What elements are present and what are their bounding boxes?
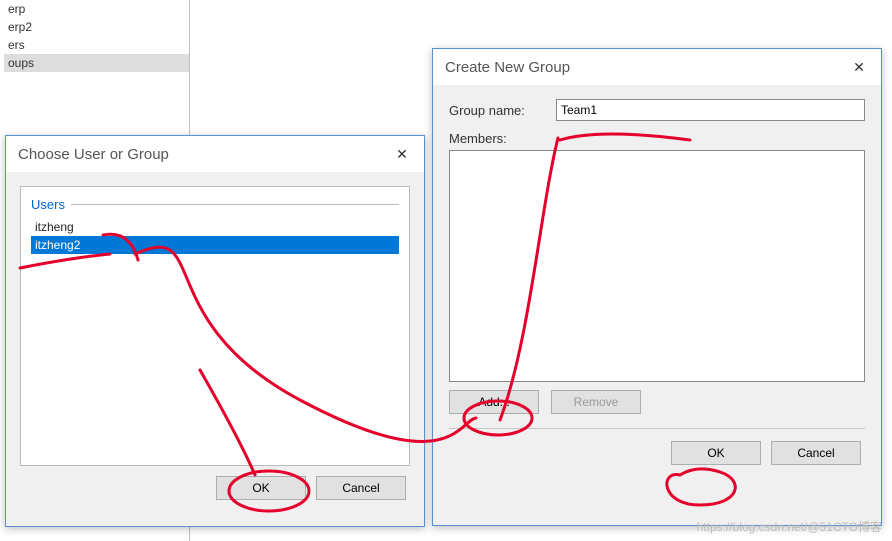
tree-item[interactable]: oups [4,54,189,72]
cancel-button[interactable]: Cancel [316,476,406,500]
tree-item[interactable]: erp2 [4,18,189,36]
user-list[interactable]: itzheng itzheng2 [31,218,399,254]
choose-user-or-group-dialog: Choose User or Group ✕ Users itzheng itz… [5,135,425,527]
list-item[interactable]: itzheng2 [31,236,399,254]
tree-item[interactable]: ers [4,36,189,54]
dialog-titlebar: Choose User or Group ✕ [6,136,424,172]
ok-button[interactable]: OK [216,476,306,500]
remove-button[interactable]: Remove [551,390,641,414]
close-icon[interactable]: ✕ [845,53,873,81]
group-name-label: Group name: [449,103,544,118]
dialog-title: Choose User or Group [18,146,169,163]
dialog-title: Create New Group [445,59,570,76]
ok-button[interactable]: OK [671,441,761,465]
tree-item[interactable]: erp [4,0,189,18]
dialog-titlebar: Create New Group ✕ [433,49,881,85]
add-button[interactable]: Add... [449,390,539,414]
create-new-group-dialog: Create New Group ✕ Group name: Members: … [432,48,882,526]
list-item[interactable]: itzheng [31,218,399,236]
users-panel: Users itzheng itzheng2 [20,186,410,466]
separator [449,428,865,429]
users-group-header: Users [31,197,65,212]
group-name-input[interactable] [556,99,865,121]
members-label: Members: [449,131,507,146]
members-listbox[interactable] [449,150,865,382]
cancel-button[interactable]: Cancel [771,441,861,465]
close-icon[interactable]: ✕ [388,140,416,168]
separator [71,204,399,205]
